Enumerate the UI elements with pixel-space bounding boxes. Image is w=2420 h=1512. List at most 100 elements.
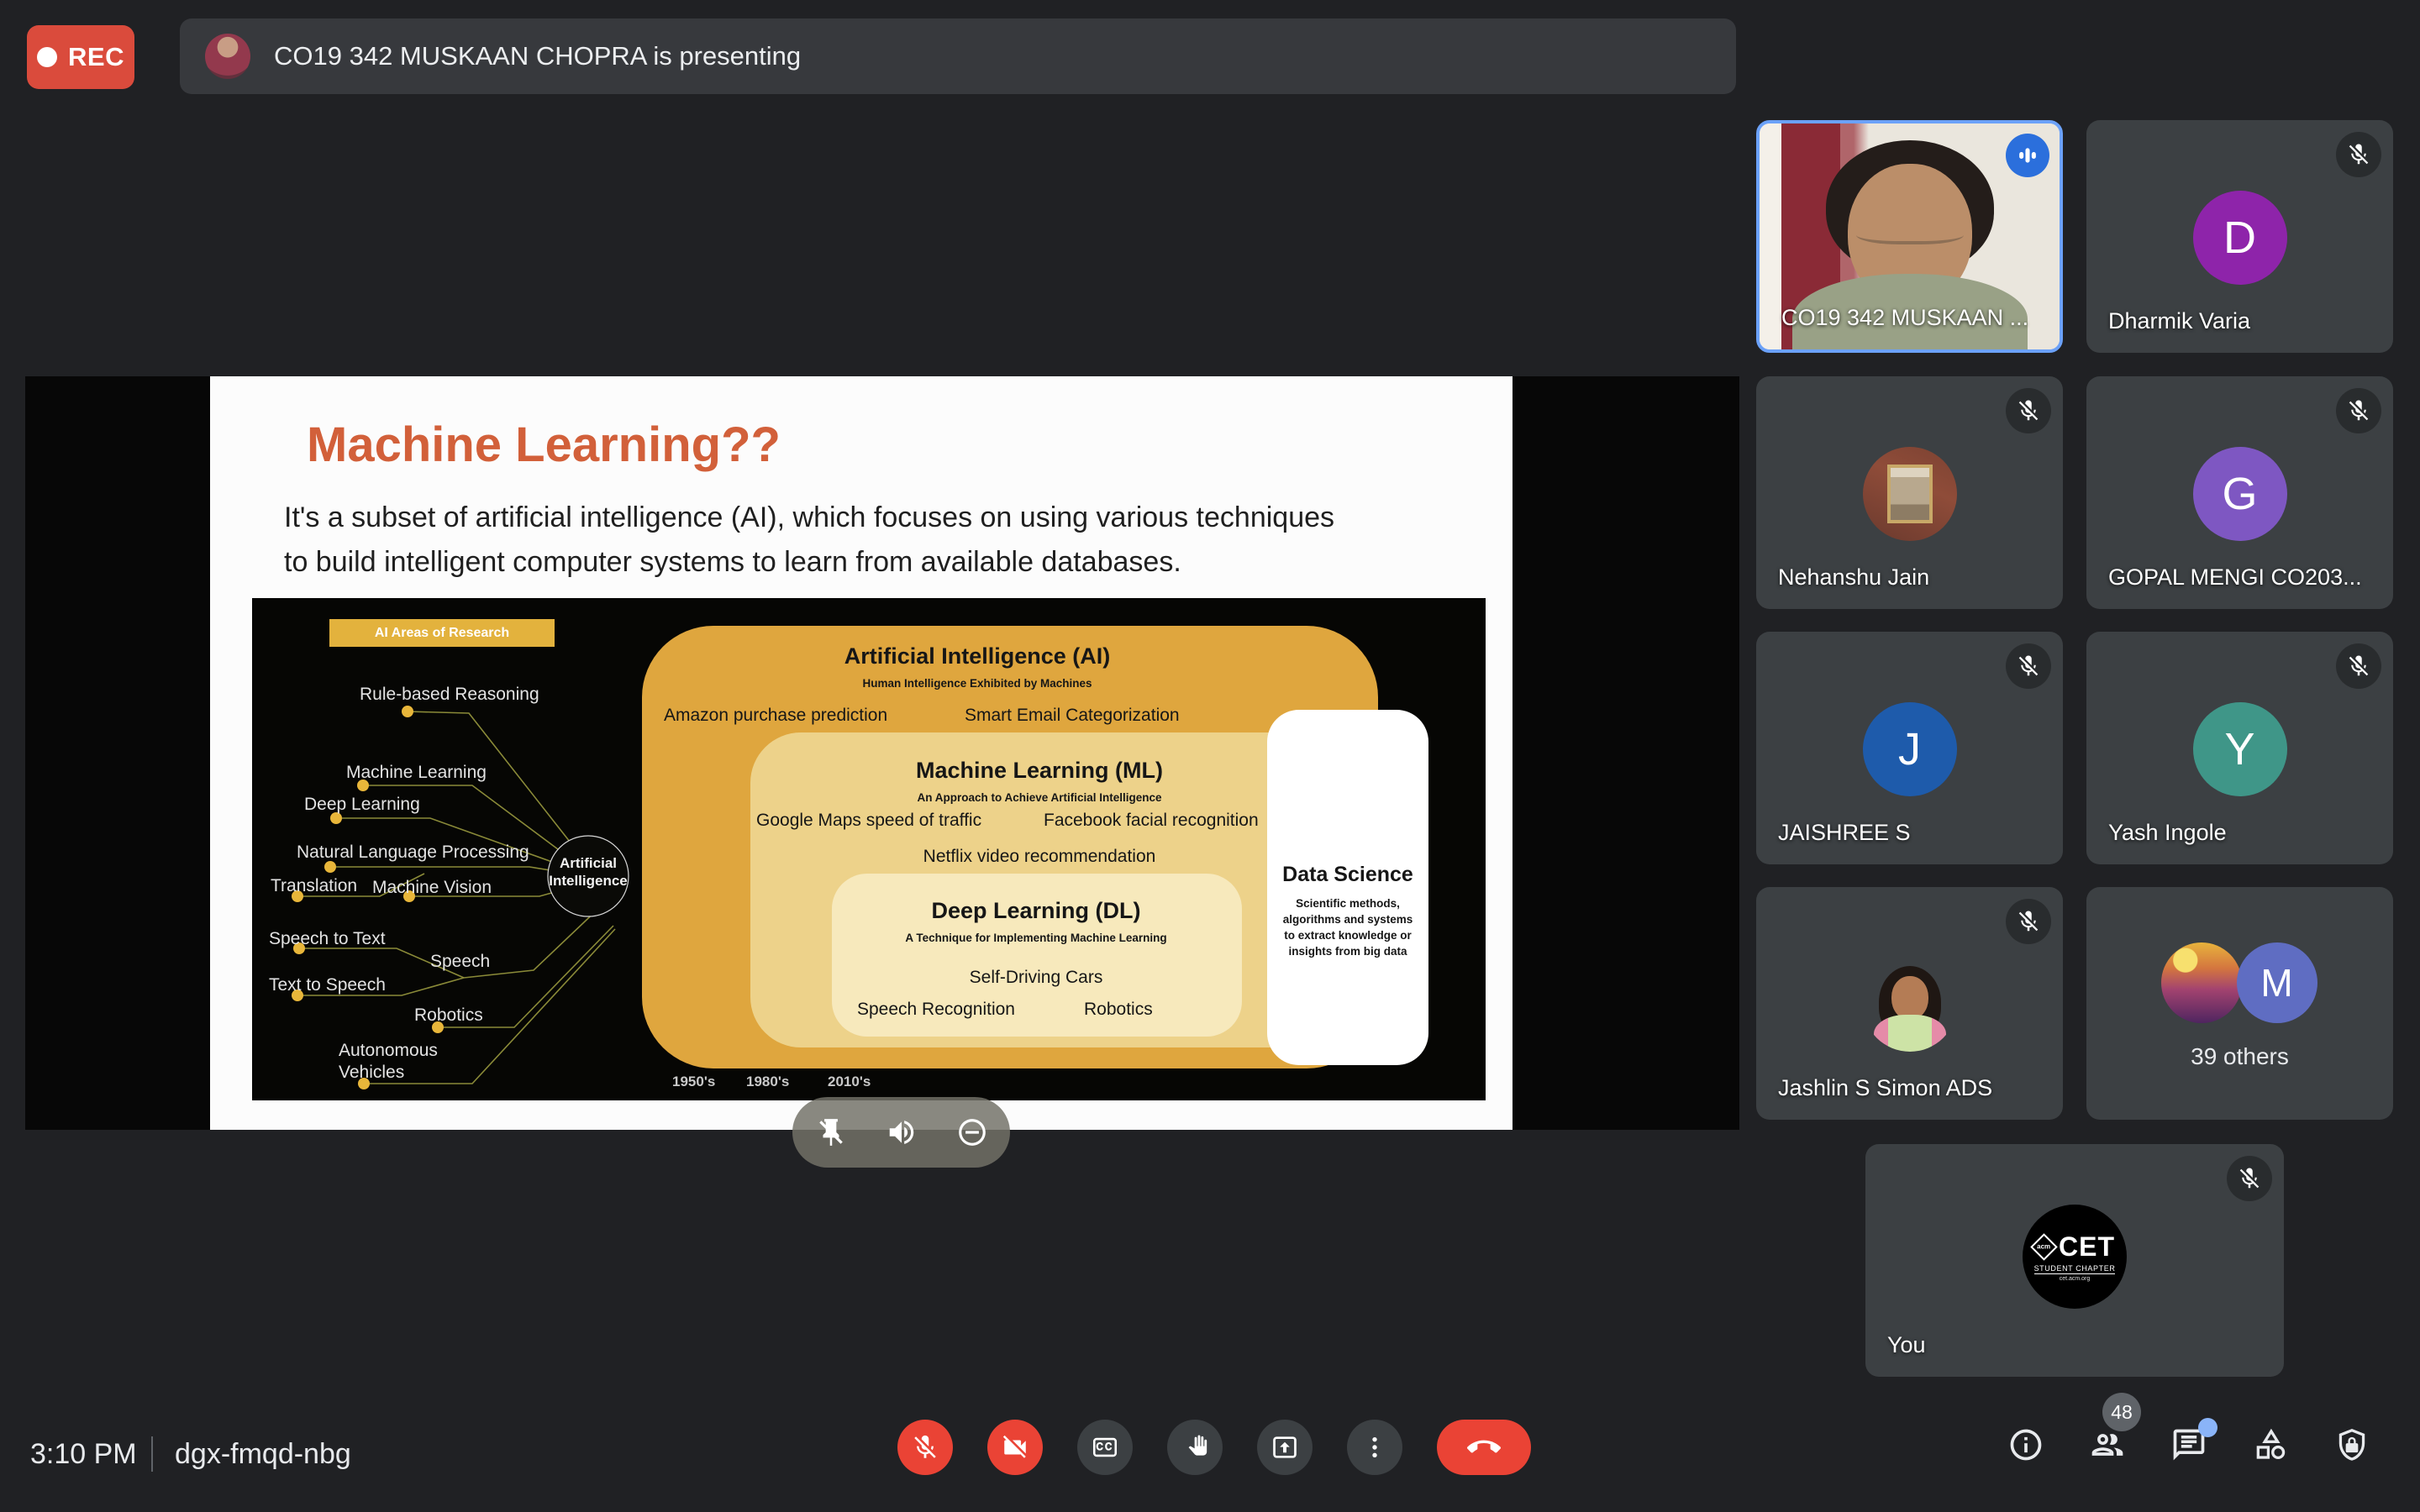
presentation-float-controls (792, 1097, 1010, 1168)
speaking-indicator-icon (2006, 134, 2049, 177)
mindmap-label: Natural Language Processing (297, 843, 529, 863)
participant-name: CO19 342 MUSKAAN ... (1781, 305, 2028, 331)
meeting-code: dgx-fmqd-nbg (175, 1438, 351, 1471)
call-controls (897, 1420, 1531, 1475)
data-science-body: Scientific methods, algorithms and syste… (1278, 896, 1418, 960)
participant-name: Jashlin S Simon ADS (1778, 1075, 1992, 1101)
participant-tile[interactable]: Y Yash Ingole (2086, 632, 2393, 864)
ml-box-title: Machine Learning (ML) (871, 758, 1207, 784)
activities-button[interactable] (2252, 1426, 2292, 1467)
recording-label: REC (68, 42, 124, 72)
unread-chat-dot (2198, 1418, 2217, 1437)
mindmap-label: Machine Vision (372, 878, 492, 898)
avatar: M (2237, 942, 2317, 1023)
participant-tile[interactable]: M39 others (2086, 887, 2393, 1120)
timeline-label: 2010's (828, 1074, 871, 1090)
ai-example: Smart Email Categorization (965, 706, 1180, 726)
remove-tile-icon[interactable] (956, 1116, 988, 1148)
participant-name: GOPAL MENGI CO203... (2108, 564, 2362, 591)
dl-example: Speech Recognition (857, 1000, 1015, 1020)
ml-box-subtitle: An Approach to Achieve Artificial Intell… (871, 791, 1207, 804)
dl-box-subtitle: A Technique for Implementing Machine Lea… (868, 932, 1204, 944)
ai-center-label: Artificial Intelligence (546, 854, 630, 890)
mindmap-label: Rule-based Reasoning (360, 685, 539, 705)
participant-tile[interactable]: acmCETSTUDENT CHAPTERcet.acm.org You (1865, 1144, 2284, 1377)
avatar-initial: J (1898, 723, 1921, 775)
presentation-stage[interactable]: Machine Learning?? It's a subset of arti… (25, 376, 1739, 1130)
participant-tile[interactable]: Jashlin S Simon ADS (1756, 887, 2063, 1120)
captions-button[interactable] (1077, 1420, 1133, 1475)
dl-example: Robotics (1084, 1000, 1153, 1020)
ai-box-subtitle: Human Intelligence Exhibited by Machines (809, 677, 1145, 690)
slide-title: Machine Learning?? (307, 417, 781, 473)
participant-count-badge: 48 (2102, 1393, 2141, 1431)
avatar-initial: D (2223, 212, 2256, 264)
raise-hand-button[interactable] (1167, 1420, 1223, 1475)
participant-tile[interactable]: CO19 342 MUSKAAN ... (1756, 120, 2063, 353)
slide-body-line: to build intelligent computer systems to… (284, 540, 1334, 585)
mindmap-label: Autonomous Vehicles (339, 1040, 444, 1084)
mic-off-icon (2006, 899, 2051, 944)
people-button[interactable]: 48 (2089, 1426, 2129, 1467)
avatar: D (2193, 191, 2287, 285)
mic-off-button[interactable] (897, 1420, 953, 1475)
mic-off-icon (2336, 643, 2381, 689)
avatar: G (2193, 447, 2287, 541)
timeline-label: 1950's (672, 1074, 715, 1090)
avatar: Y (2193, 702, 2287, 796)
divider (151, 1436, 153, 1472)
mic-off-icon (2336, 388, 2381, 433)
avatar: J (1863, 702, 1957, 796)
recording-badge: REC (27, 25, 134, 89)
data-science-box (1267, 710, 1428, 1065)
more-button[interactable] (1347, 1420, 1402, 1475)
ai-venn-diagram: AI Areas of Research Rule-based Reasonin… (252, 598, 1486, 1100)
mindmap-label: Speech (430, 952, 490, 972)
mindmap-label: Robotics (414, 1005, 483, 1026)
recording-dot-icon (37, 47, 57, 67)
mindmap-label: Translation (271, 876, 357, 896)
avatar-initial: G (2222, 468, 2257, 520)
avatar-initial: Y (2224, 723, 2254, 775)
participant-name: You (1887, 1332, 1926, 1358)
presenting-banner: CO19 342 MUSKAAN CHOPRA is presenting (180, 18, 1736, 94)
avatar (1863, 958, 1957, 1052)
mic-off-icon (2227, 1156, 2272, 1201)
participant-name: Yash Ingole (2108, 820, 2227, 846)
mindmap-label: Machine Learning (346, 763, 487, 783)
presenter-avatar (205, 34, 250, 79)
info-button[interactable] (2007, 1426, 2048, 1467)
presenting-text: CO19 342 MUSKAAN CHOPRA is presenting (274, 41, 801, 71)
ml-example: Google Maps speed of traffic (756, 811, 981, 831)
dl-example: Self-Driving Cars (927, 968, 1145, 988)
data-science-title: Data Science (1267, 863, 1428, 887)
chat-button[interactable] (2170, 1426, 2211, 1467)
mic-off-icon (2006, 388, 2051, 433)
mic-off-icon (2006, 643, 2051, 689)
ml-example: Facebook facial recognition (1044, 811, 1259, 831)
ai-example: Amazon purchase prediction (664, 706, 887, 726)
ai-box-title: Artificial Intelligence (AI) (809, 643, 1145, 669)
participant-tile[interactable]: Nehanshu Jain (1756, 376, 2063, 609)
participant-name: Nehanshu Jain (1778, 564, 1929, 591)
present-button[interactable] (1257, 1420, 1313, 1475)
unpin-icon[interactable] (815, 1116, 847, 1148)
participant-name: Dharmik Varia (2108, 308, 2250, 334)
mindmap-label: Text to Speech (269, 975, 386, 995)
participant-tile[interactable]: G GOPAL MENGI CO203... (2086, 376, 2393, 609)
participant-name: JAISHREE S (1778, 820, 1911, 846)
acm-cet-logo: acmCETSTUDENT CHAPTERcet.acm.org (2023, 1205, 2127, 1309)
clock: 3:10 PM (30, 1438, 137, 1471)
avatar-initial: M (2260, 960, 2292, 1005)
host-controls-button[interactable] (2333, 1426, 2374, 1467)
slide-body-line: It's a subset of artificial intelligence… (284, 496, 1334, 540)
volume-icon[interactable] (886, 1116, 918, 1148)
mindmap-label: Speech to Text (269, 929, 386, 949)
cam-off-button[interactable] (987, 1420, 1043, 1475)
participant-tile[interactable]: J JAISHREE S (1756, 632, 2063, 864)
end-call-button[interactable] (1437, 1420, 1531, 1475)
slide-body: It's a subset of artificial intelligence… (284, 496, 1334, 584)
diagram-banner: AI Areas of Research (329, 619, 555, 647)
avatar (1863, 447, 1957, 541)
participant-tile[interactable]: D Dharmik Varia (2086, 120, 2393, 353)
